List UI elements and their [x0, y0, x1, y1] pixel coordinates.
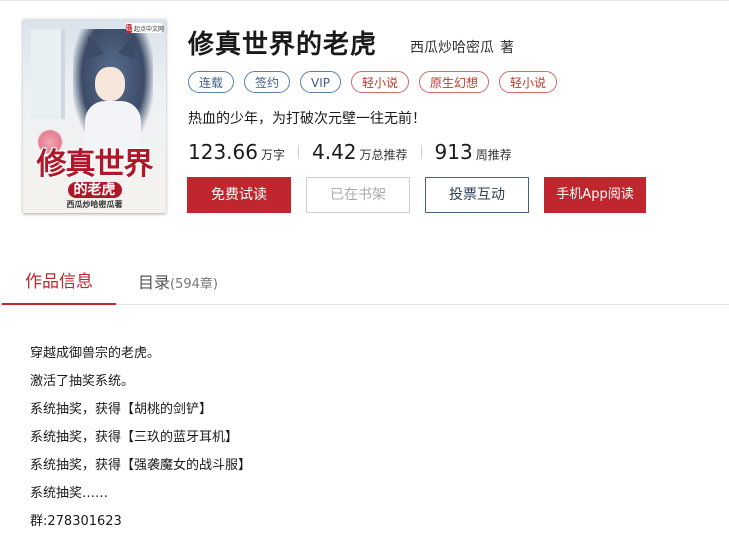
author: 西瓜炒哈密瓜著: [410, 37, 514, 57]
word-count-value: 123.66: [188, 140, 258, 164]
cover-badge-text: 起点中文网: [134, 25, 165, 33]
cover-subtitle: 的老虎: [23, 179, 166, 199]
tag-signed[interactable]: 签约: [244, 71, 291, 93]
tag-category[interactable]: 轻小说: [351, 71, 410, 93]
cover-publisher-badge: 起 起点中文网: [126, 23, 165, 33]
description-line: 系统抽奖，获得【三玖的蓝牙耳机】: [30, 430, 239, 445]
author-name[interactable]: 西瓜炒哈密瓜: [410, 40, 494, 56]
cover-title: 修真世界: [36, 147, 154, 182]
book-stats: 123.66 万字 4.42 万总推荐 913 周推荐: [188, 140, 512, 164]
word-count-unit: 万字: [260, 148, 285, 162]
description-line: 系统抽奖，获得【胡桃的剑铲】: [30, 402, 213, 417]
tag-status[interactable]: 连载: [188, 71, 235, 93]
cover-window-art: [31, 29, 65, 119]
stat-divider: [298, 145, 299, 159]
description-line: 群:278301623: [30, 514, 122, 529]
book-description: 穿越成御兽宗的老虎。 激活了抽奖系统。 系统抽奖，获得【胡桃的剑铲】 系统抽奖，…: [30, 340, 251, 536]
top-divider: [0, 0, 729, 1]
total-recommend-value: 4.42: [312, 140, 357, 164]
stat-divider: [420, 145, 422, 159]
tab-book-info-label: 作品信息: [25, 272, 93, 292]
week-recommend-value: 913: [434, 140, 473, 164]
description-line: 系统抽奖……: [30, 486, 109, 501]
tag-subcategory[interactable]: 原生幻想: [419, 71, 490, 93]
tag-list: 连载 签约 VIP 轻小说 原生幻想 轻小说: [188, 71, 567, 93]
publisher-logo-icon: 起: [126, 23, 133, 33]
tab-table-of-contents[interactable]: 目录(594章): [138, 262, 218, 304]
book-title: 修真世界的老虎: [188, 30, 378, 60]
free-read-button[interactable]: 免费试读: [187, 177, 291, 213]
week-recommend-unit: 周推荐: [475, 148, 512, 162]
vote-button[interactable]: 投票互动: [425, 177, 529, 213]
detail-tabs: 作品信息 目录(594章): [0, 262, 729, 305]
total-recommend-unit: 万总推荐: [359, 148, 408, 162]
description-line: 系统抽奖，获得【强袭魔女的战斗服】: [30, 458, 252, 473]
active-tab-indicator: [2, 303, 116, 305]
book-cover[interactable]: 起 起点中文网 修真世界 的老虎 西瓜炒哈密瓜著: [23, 19, 166, 213]
tab-toc-label: 目录: [138, 273, 171, 292]
app-read-button[interactable]: 手机App阅读: [544, 177, 646, 213]
action-buttons: 免费试读 已在书架 投票互动 手机App阅读: [187, 177, 661, 213]
tag-genre[interactable]: 轻小说: [499, 71, 558, 93]
tag-vip[interactable]: VIP: [300, 71, 342, 93]
tab-toc-count: (594章): [170, 277, 218, 292]
book-intro: 热血的少年，为打破次元壁一往无前！: [188, 111, 426, 127]
in-shelf-button[interactable]: 已在书架: [306, 177, 410, 213]
cover-face-art: [95, 67, 125, 101]
tab-book-info[interactable]: 作品信息: [2, 262, 116, 305]
author-suffix: 著: [500, 40, 514, 56]
description-line: 激活了抽奖系统。: [30, 374, 135, 389]
cover-author: 西瓜炒哈密瓜著: [66, 200, 123, 209]
description-line: 穿越成御兽宗的老虎。: [30, 346, 161, 361]
